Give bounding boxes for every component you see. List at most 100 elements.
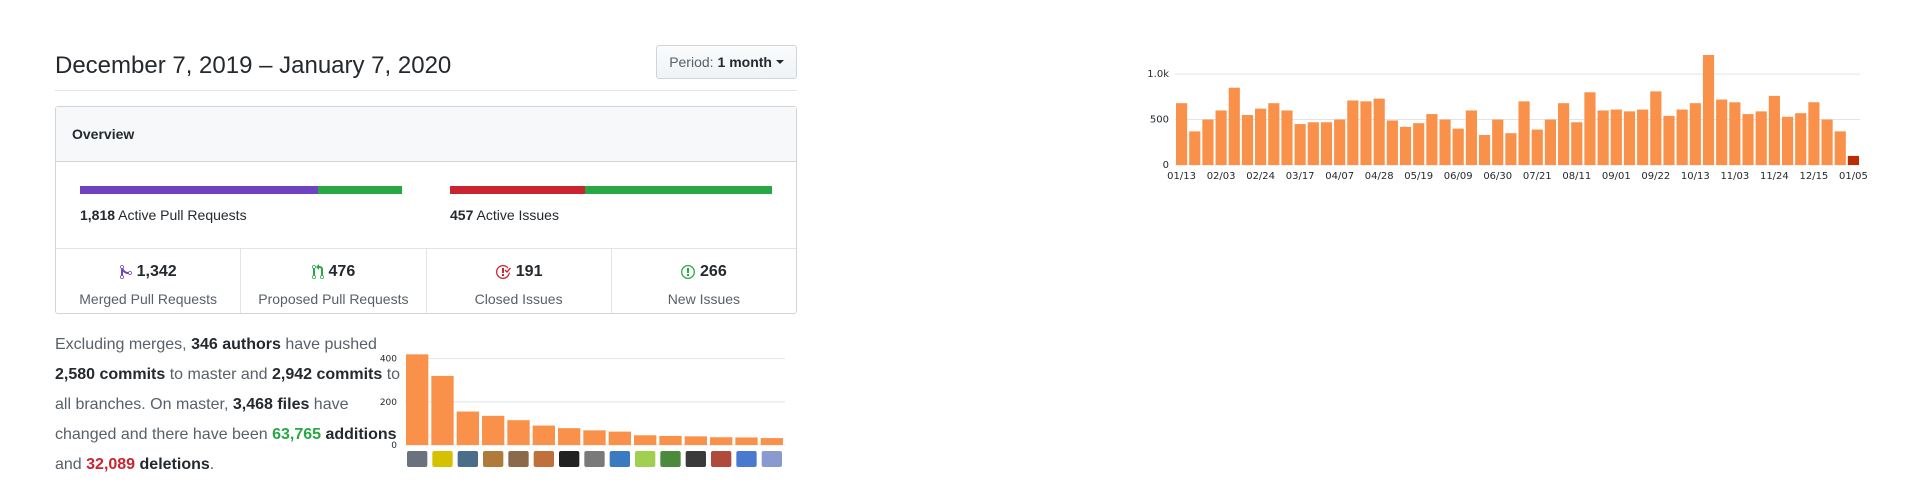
author-bar [532, 425, 555, 445]
proposed-pull-requests-value: 476 [328, 263, 356, 280]
summary-text: to master and [165, 366, 272, 383]
week-bar [1597, 110, 1609, 165]
avatar [761, 451, 782, 467]
week-bar [1347, 100, 1359, 165]
week-bar [1320, 122, 1333, 165]
week-bar [1189, 131, 1201, 165]
week-bar [1241, 115, 1254, 165]
top-committers-chart: 0 200 400 [380, 354, 785, 467]
week-bar [1729, 102, 1741, 165]
x-tick-label: 09/01 [1602, 171, 1631, 182]
week-bar [1176, 103, 1188, 165]
week-bar [1505, 133, 1517, 165]
x-tick-label: 05/19 [1404, 171, 1433, 182]
closed-issues-value: 191 [515, 263, 543, 280]
x-tick-label: 11/24 [1760, 171, 1789, 182]
week-bar [1373, 98, 1385, 165]
new-issues-stat[interactable]: 266 New Issues [612, 249, 796, 313]
week-bar [1821, 119, 1833, 165]
issue-closed-icon [495, 264, 511, 279]
x-tick-label: 04/28 [1365, 171, 1394, 182]
summary-text: Excluding merges, [55, 336, 192, 353]
week-bar [1531, 129, 1543, 165]
avatar [635, 451, 656, 467]
author-bar [634, 435, 657, 445]
additions-count: 63,765 [272, 426, 322, 443]
week-bar [1281, 110, 1293, 165]
closed-segment [450, 186, 585, 194]
merged-pull-requests-label: Merged Pull Requests [79, 291, 217, 307]
avatar [660, 451, 681, 467]
week-bar [1834, 131, 1846, 165]
proposed-pull-requests-stat[interactable]: 476 Proposed Pull Requests [241, 249, 427, 313]
pull-requests-summary[interactable]: 1,818 Active Pull Requests [80, 186, 402, 223]
week-bar [1558, 103, 1570, 165]
commit-activity-chart: 0 500 1.0k 01/13 02/03 02/24 03/17 04/07 04/28 05… [1147, 55, 1868, 182]
closed-issues-stat[interactable]: 191 Closed Issues [427, 249, 612, 313]
pull-requests-caption: 1,818 Active Pull Requests [80, 207, 402, 223]
merged-pull-requests-value: 1,342 [136, 263, 177, 280]
author-bar [482, 415, 505, 445]
avatar [711, 451, 732, 467]
avatar [559, 451, 580, 467]
author-bar [406, 354, 429, 445]
avatar [584, 451, 605, 467]
overview-heading: Overview [56, 107, 796, 162]
merged-pull-requests-stat[interactable]: 1,342 Merged Pull Requests [56, 249, 242, 313]
active-pull-requests-count: 1,818 [80, 207, 116, 223]
author-bar [431, 375, 454, 445]
x-tick-label: 01/13 [1167, 171, 1196, 182]
week-bar [1465, 110, 1477, 165]
merged-segment [80, 186, 318, 194]
x-tick-label: 10/13 [1681, 171, 1710, 182]
new-issues-label: New Issues [667, 291, 741, 307]
week-bar [1571, 122, 1583, 165]
y-tick-label: 400 [380, 355, 397, 365]
files-changed-count: 3,468 files [232, 396, 310, 413]
author-bar [710, 437, 733, 445]
week-bar [1650, 91, 1662, 165]
author-bar [684, 436, 707, 445]
date-range-title: December 7, 2019 – January 7, 2020 [55, 52, 452, 79]
avatar [736, 451, 757, 467]
git-merge-icon [119, 264, 132, 279]
week-bar [1755, 111, 1767, 165]
author-bar [456, 411, 479, 445]
week-bar [1439, 119, 1451, 165]
week-bar [1584, 92, 1596, 165]
week-bar [1689, 103, 1701, 165]
author-bar [558, 428, 581, 445]
week-bar [1742, 114, 1754, 165]
x-tick-label: 09/22 [1641, 171, 1670, 182]
new-issues-value: 266 [700, 263, 727, 280]
period-label: Period: [669, 54, 714, 70]
author-bar [735, 437, 758, 445]
week-bar [1413, 123, 1425, 165]
author-bar [608, 431, 631, 445]
x-tick-label: 04/07 [1325, 171, 1354, 182]
avatar [609, 451, 630, 467]
x-tick-label: 08/11 [1562, 171, 1591, 182]
summary-text: have pushed [280, 336, 377, 353]
summary-text: and [55, 456, 87, 473]
week-bar [1716, 99, 1728, 165]
issues-summary[interactable]: 457 Active Issues [450, 186, 772, 223]
proposed-pull-requests-label: Proposed Pull Requests [258, 291, 409, 307]
week-bar [1334, 119, 1346, 165]
x-tick-label: 11/03 [1720, 171, 1749, 182]
commit-summary: Excluding merges, 346 authors have pushe… [55, 330, 405, 480]
week-bar [1294, 124, 1306, 165]
active-issues-count: 457 [450, 207, 474, 223]
y-tick-label: 0 [1163, 160, 1169, 171]
overview-bars: 1,818 Active Pull Requests 457 Active Is… [56, 162, 796, 249]
overview-stats: 1,342 Merged Pull Requests 476 Proposed … [56, 249, 796, 313]
week-bar [1676, 109, 1688, 165]
week-bar [1637, 109, 1649, 165]
week-bar [1255, 108, 1267, 165]
git-pull-request-icon [311, 264, 324, 279]
x-tick-label: 01/05 [1839, 171, 1868, 182]
period-value: 1 month [717, 54, 772, 70]
author-bar [659, 435, 682, 445]
avatar [533, 451, 554, 467]
period-select-button[interactable]: Period: 1 month [656, 45, 797, 79]
